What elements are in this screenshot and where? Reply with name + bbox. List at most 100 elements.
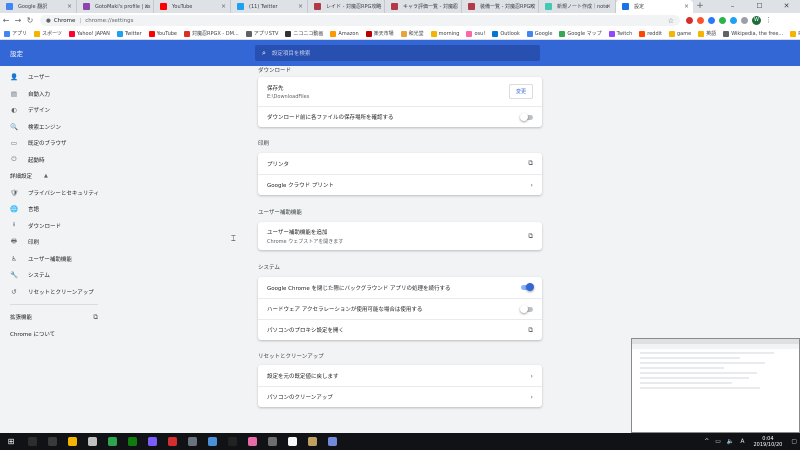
browser-tab[interactable]: 装備一覧 - 対魔忍RPG攻 ×	[462, 0, 539, 13]
bookmark-item[interactable]: morning	[430, 30, 459, 37]
sidebar-item[interactable]: ◐ デザイン	[0, 102, 140, 119]
close-tab-icon[interactable]: ×	[684, 3, 689, 10]
hw-accel-toggle[interactable]	[520, 304, 533, 313]
ask-location-row[interactable]: ダウンロード前に各ファイルの保存場所を確認する	[258, 106, 542, 127]
blue-ext-icon[interactable]	[708, 17, 715, 24]
taskbar-app-icon[interactable]	[142, 433, 162, 450]
bookmark-item[interactable]: Yahoo! JAPAN	[68, 30, 110, 37]
background-apps-row[interactable]: Google Chrome を閉じた際にバックグラウンド アプリの処理を続行する	[258, 277, 542, 298]
mirror-ext-icon[interactable]	[741, 17, 748, 24]
browser-tab[interactable]: キャラ評価一覧 - 対魔忍 ×	[385, 0, 462, 13]
back-button[interactable]: ←	[0, 16, 12, 25]
close-tab-icon[interactable]: ×	[144, 3, 149, 10]
hw-accel-row[interactable]: ハードウェア アクセラレーションが使用可能な場合は使用する	[258, 298, 542, 319]
sidebar-item[interactable]: ▭ 既定のブラウザ	[0, 135, 140, 152]
settings-search-input[interactable]: ⌕ 設定項目を検索	[255, 45, 540, 61]
sidebar-item[interactable]: ⭳ ダウンロード	[0, 218, 140, 235]
close-tab-icon[interactable]: ×	[375, 3, 380, 10]
ask-location-toggle[interactable]	[520, 112, 533, 121]
bookmark-item[interactable]: Google	[526, 30, 552, 37]
browser-tab[interactable]: レイド - 対魔忍RPG攻略 ×	[308, 0, 385, 13]
cloud-print-row[interactable]: Google クラウド プリント ›	[258, 174, 542, 195]
bookmark-item[interactable]: game	[668, 30, 691, 37]
bookmark-item[interactable]: ニコニコ動画	[285, 30, 323, 37]
browser-tab[interactable]: YouTube ×	[154, 0, 231, 13]
site-info-icon[interactable]: ●	[46, 18, 51, 24]
bookmark-item[interactable]: スポーツ	[34, 30, 62, 37]
feedly-ext-icon[interactable]	[719, 17, 726, 24]
taskbar-app-icon[interactable]	[282, 433, 302, 450]
new-tab-button[interactable]: +	[693, 0, 707, 13]
browser-tab[interactable]: 設定 ×	[616, 0, 693, 13]
sidebar-item[interactable]: ▤ 自動入力	[0, 86, 140, 103]
reload-button[interactable]: ↻	[24, 16, 36, 25]
close-tab-icon[interactable]: ×	[221, 3, 226, 10]
sidebar-item[interactable]: 🔍 検索エンジン	[0, 119, 140, 136]
background-apps-toggle[interactable]	[521, 283, 534, 291]
ime-icon[interactable]: A	[740, 438, 744, 445]
taskbar-app-icon[interactable]	[22, 433, 42, 450]
add-accessibility-row[interactable]: ユーザー補助機能を追加 Chrome ウェブストアを開きます ⧉	[258, 222, 542, 250]
profile-avatar[interactable]: W	[752, 16, 761, 25]
volume-icon[interactable]: 🔈	[727, 438, 734, 445]
brave-ext-icon[interactable]	[697, 17, 704, 24]
browser-tab[interactable]: GotoMaki's profile | as ×	[77, 0, 154, 13]
sidebar-item-about[interactable]: Chrome について	[0, 326, 140, 343]
chevron-up-icon[interactable]: ^	[704, 438, 709, 445]
bookmark-item[interactable]: 和光堂	[400, 30, 424, 37]
bookmark-item[interactable]: osu!	[466, 30, 485, 37]
floating-window-thumbnail[interactable]	[631, 338, 800, 433]
bookmark-item[interactable]: 対魔忍RPGX - DM...	[184, 30, 239, 37]
change-location-button[interactable]: 変更	[508, 84, 533, 99]
forward-button[interactable]: →	[12, 16, 24, 25]
sidebar-item-extensions[interactable]: 拡張機能 ⧉	[0, 309, 140, 326]
menu-icon[interactable]: ⋮	[765, 17, 772, 24]
bookmark-item[interactable]: Amazon	[330, 30, 359, 37]
close-tab-icon[interactable]: ×	[452, 3, 457, 10]
bookmark-item[interactable]: Outlook	[492, 30, 520, 37]
sidebar-item[interactable]: ⏻ 起動時	[0, 152, 140, 169]
close-window-button[interactable]: ✕	[773, 0, 800, 13]
taskbar-app-icon[interactable]	[222, 433, 242, 450]
taskbar-app-icon[interactable]	[162, 433, 182, 450]
close-tab-icon[interactable]: ×	[529, 3, 534, 10]
twitter-ext-icon[interactable]	[730, 17, 737, 24]
browser-tab[interactable]: Google 翻訳 ×	[0, 0, 77, 13]
sidebar-item[interactable]: ♿ ユーザー補助機能	[0, 251, 140, 268]
minimize-button[interactable]: –	[719, 0, 746, 13]
proxy-row[interactable]: パソコンのプロキシ設定を開く ⧉	[258, 319, 542, 340]
close-tab-icon[interactable]: ×	[298, 3, 303, 10]
browser-tab[interactable]: 新規ノート作成｜note ×	[539, 0, 616, 13]
close-tab-icon[interactable]: ×	[606, 3, 611, 10]
taskbar-app-icon[interactable]	[262, 433, 282, 450]
bookmark-item[interactable]: Google マップ	[559, 30, 602, 37]
taskbar-app-icon[interactable]	[202, 433, 222, 450]
close-tab-icon[interactable]: ×	[67, 3, 72, 10]
bookmark-item[interactable]: 楽天市場	[365, 30, 394, 37]
sidebar-item[interactable]: 🌐 言語	[0, 201, 140, 218]
bookmark-item[interactable]: アプリSTV	[245, 30, 278, 37]
bookmark-item[interactable]: 英語	[698, 30, 716, 37]
bookmark-item[interactable]: Twitch	[608, 30, 632, 37]
taskbar-app-icon[interactable]	[62, 433, 82, 450]
sidebar-item[interactable]: 🖶 印刷	[0, 234, 140, 251]
taskbar-app-icon[interactable]	[82, 433, 102, 450]
sidebar-item[interactable]: 🔧 システム	[0, 267, 140, 284]
taskbar-app-icon[interactable]	[42, 433, 62, 450]
opera-ext-icon[interactable]	[686, 17, 693, 24]
browser-tab[interactable]: (11) Twitter ×	[231, 0, 308, 13]
printers-row[interactable]: プリンタ ⧉	[258, 153, 542, 174]
bookmark-item[interactable]: アプリ	[4, 30, 27, 37]
windows-start-icon[interactable]: ⊞	[0, 437, 22, 446]
taskbar-app-icon[interactable]	[302, 433, 322, 450]
taskbar-app-icon[interactable]	[182, 433, 202, 450]
notification-icon[interactable]: ▢	[791, 438, 797, 445]
bookmark-item[interactable]: Wikipedia, the free...	[723, 30, 783, 37]
advanced-section-toggle[interactable]: 詳細設定 ▲	[0, 168, 140, 185]
bookmark-star-icon[interactable]: ☆	[668, 17, 674, 25]
bookmark-item[interactable]: P	[790, 30, 800, 37]
taskbar-app-icon[interactable]	[122, 433, 142, 450]
clock[interactable]: 0:04 2019/10/20	[754, 436, 783, 448]
maximize-button[interactable]: ☐	[746, 0, 773, 13]
cleanup-row[interactable]: パソコンのクリーンアップ ›	[258, 386, 542, 407]
